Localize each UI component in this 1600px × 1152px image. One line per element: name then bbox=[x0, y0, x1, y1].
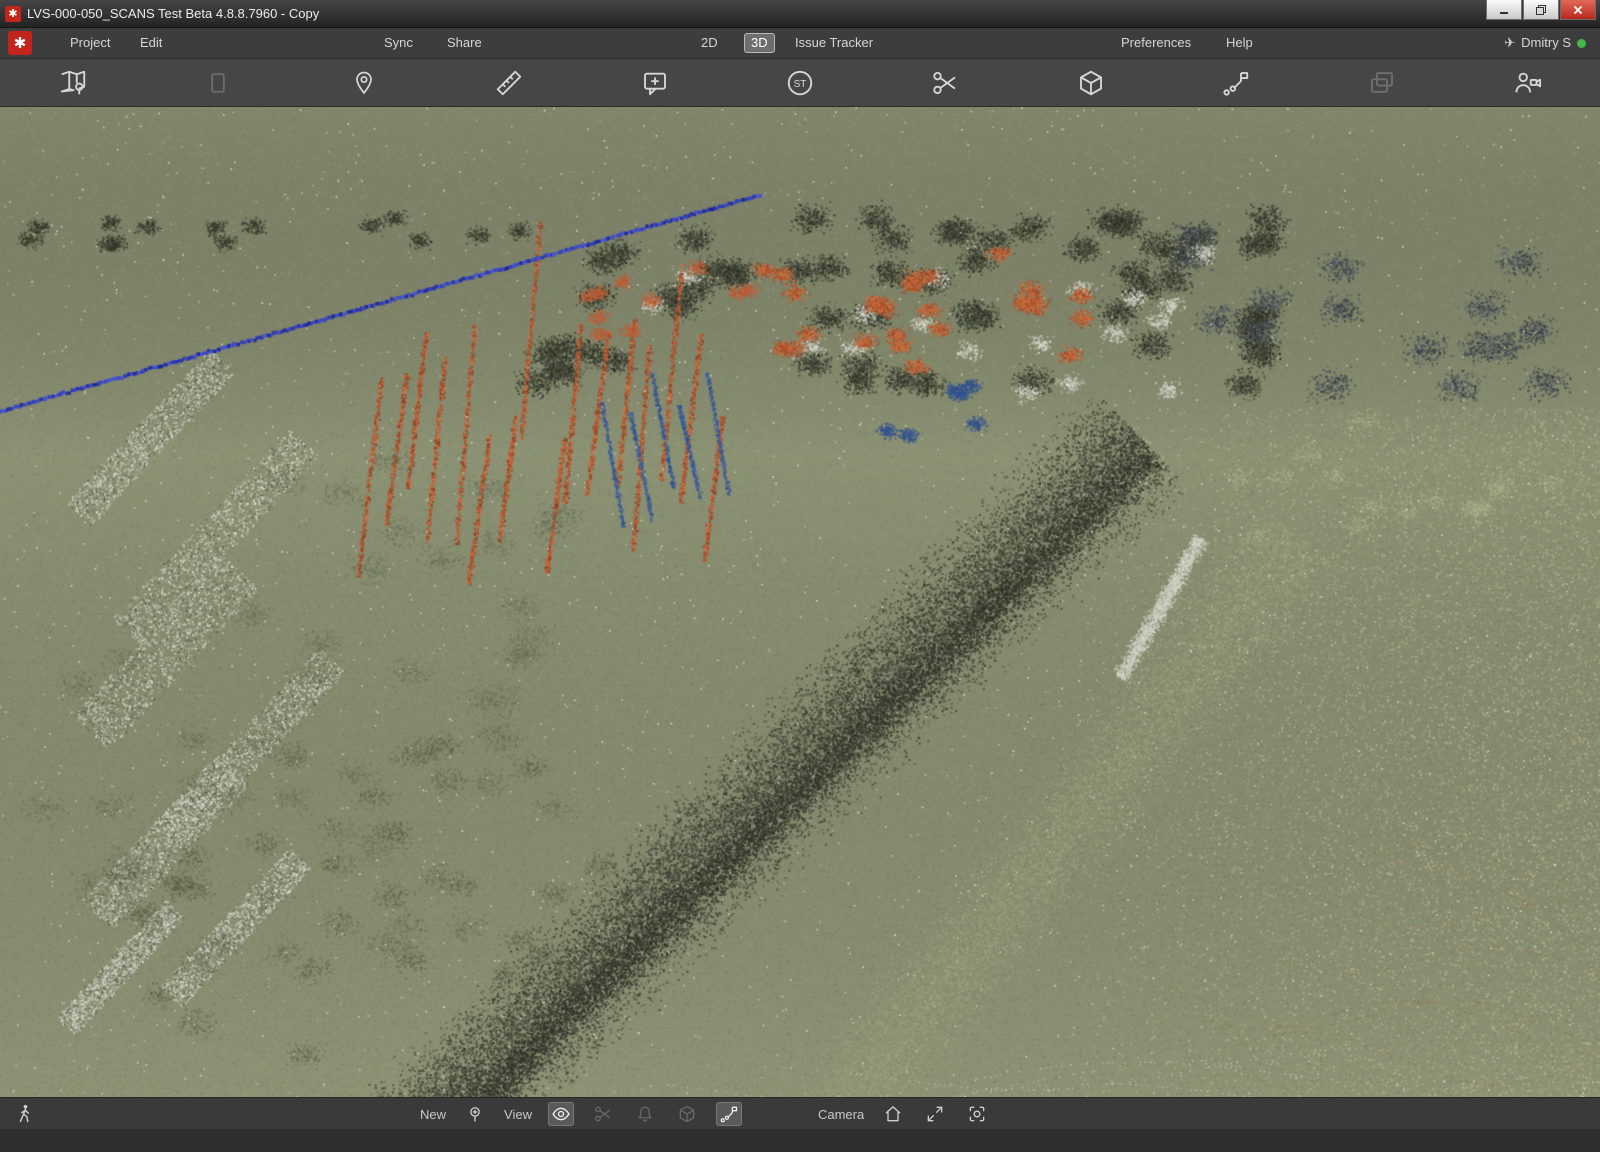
mode-3d-toggle[interactable]: 3D bbox=[744, 33, 775, 53]
user-account[interactable]: ✈ Dmitry S bbox=[1504, 28, 1586, 58]
pin-icon[interactable] bbox=[291, 59, 436, 106]
new-label: New bbox=[420, 1107, 446, 1122]
menu-share[interactable]: Share bbox=[447, 28, 482, 58]
eye-icon[interactable] bbox=[548, 1102, 574, 1126]
main-toolbar: ST bbox=[0, 58, 1600, 107]
menu-edit[interactable]: Edit bbox=[140, 28, 162, 58]
capture-icon[interactable] bbox=[964, 1102, 990, 1126]
map-location-icon[interactable] bbox=[0, 59, 145, 106]
application-window: ✱ LVS-000-050_SCANS Test Beta 4.8.8.7960… bbox=[0, 0, 1600, 1152]
trajectory-icon[interactable] bbox=[1164, 59, 1309, 106]
user-name: Dmitry S bbox=[1521, 28, 1571, 58]
plane-icon: ✈ bbox=[1504, 28, 1515, 58]
mode-2d-toggle[interactable]: 2D bbox=[701, 28, 718, 58]
viewport-3d bbox=[0, 107, 1600, 1097]
layers-icon[interactable] bbox=[1309, 59, 1454, 106]
window-bottom-edge bbox=[0, 1129, 1600, 1152]
bottom-controls: New View bbox=[420, 1098, 990, 1130]
view-label: View bbox=[504, 1107, 532, 1122]
menu-help[interactable]: Help bbox=[1226, 28, 1253, 58]
menu-project[interactable]: Project bbox=[70, 28, 110, 58]
menu-preferences[interactable]: Preferences bbox=[1121, 28, 1191, 58]
cube-icon[interactable] bbox=[1018, 59, 1163, 106]
home-icon[interactable] bbox=[880, 1102, 906, 1126]
trajectory-icon[interactable] bbox=[716, 1102, 742, 1126]
menu-sync[interactable]: Sync bbox=[384, 28, 413, 58]
walk-icon[interactable] bbox=[12, 1102, 38, 1126]
menu-bar: ✱ Project Edit Sync Share 2D 3D Issue Tr… bbox=[0, 28, 1600, 58]
title-bar: ✱ LVS-000-050_SCANS Test Beta 4.8.8.7960… bbox=[0, 0, 1600, 28]
station-label: ST bbox=[794, 78, 807, 89]
alerts-icon[interactable] bbox=[632, 1102, 658, 1126]
close-button[interactable] bbox=[1560, 0, 1596, 20]
minimize-button[interactable] bbox=[1486, 0, 1522, 20]
scissors-icon[interactable] bbox=[873, 59, 1018, 106]
app-logo-icon[interactable]: ✱ bbox=[8, 31, 32, 55]
add-pin-icon[interactable] bbox=[462, 1102, 488, 1126]
expand-icon[interactable] bbox=[922, 1102, 948, 1126]
window-title: LVS-000-050_SCANS Test Beta 4.8.8.7960 -… bbox=[27, 6, 319, 21]
menu-issue-tracker[interactable]: Issue Tracker bbox=[795, 28, 873, 58]
app-logo-icon: ✱ bbox=[5, 6, 21, 22]
online-status-dot bbox=[1577, 39, 1586, 48]
station-icon[interactable]: ST bbox=[727, 59, 872, 106]
cube-icon[interactable] bbox=[674, 1102, 700, 1126]
image-icon[interactable] bbox=[145, 59, 290, 106]
camera-label: Camera bbox=[818, 1107, 864, 1122]
window-controls bbox=[1486, 0, 1600, 20]
user-camera-icon[interactable] bbox=[1455, 59, 1600, 106]
ruler-icon[interactable] bbox=[436, 59, 581, 106]
restore-button[interactable] bbox=[1523, 0, 1559, 20]
bottom-bar: New View bbox=[0, 1097, 1600, 1129]
point-cloud-viewport[interactable] bbox=[0, 107, 1600, 1097]
add-comment-icon[interactable] bbox=[582, 59, 727, 106]
scissors-icon[interactable] bbox=[590, 1102, 616, 1126]
